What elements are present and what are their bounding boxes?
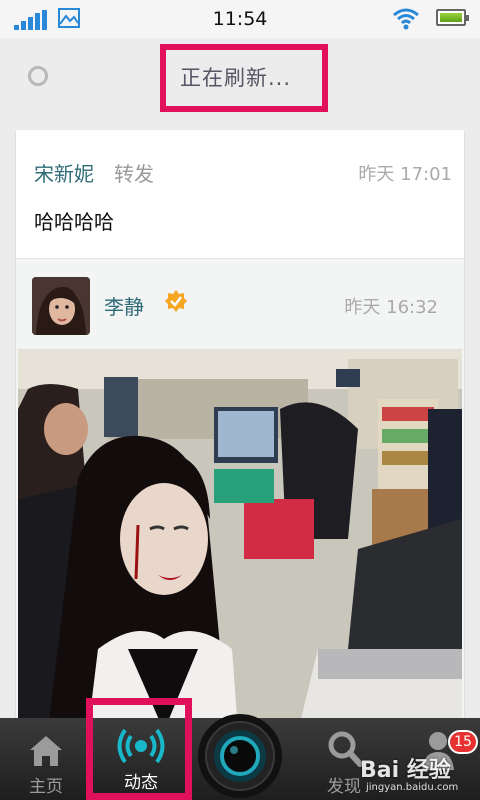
- refresh-spinner-icon: [28, 66, 48, 86]
- battery-icon: [436, 9, 469, 26]
- status-bar: 11:54: [0, 0, 480, 38]
- original-author[interactable]: 李静: [104, 291, 144, 320]
- post-author[interactable]: 宋新妮: [34, 158, 94, 187]
- activity-tab-highlight-box: [86, 698, 192, 800]
- notification-badge: 15: [448, 730, 478, 754]
- watermark: Bai 经验: [360, 758, 451, 783]
- post-text: 哈哈哈哈: [34, 210, 114, 234]
- watermark-url: jingyan.baidu.com: [366, 782, 459, 793]
- tab-home-label: 主页: [29, 777, 63, 797]
- refresh-highlight-box: [160, 44, 328, 112]
- original-timestamp: 昨天 16:32: [344, 297, 438, 318]
- avatar[interactable]: [32, 277, 90, 335]
- post-timestamp: 昨天 17:01: [358, 164, 452, 185]
- original-post[interactable]: 李静 昨天 16:32: [16, 258, 464, 731]
- post-action: 转发: [114, 162, 154, 186]
- tab-home[interactable]: 主页: [18, 730, 74, 797]
- wifi-icon: [393, 8, 419, 30]
- camera-button[interactable]: [196, 706, 284, 800]
- home-icon: [30, 736, 62, 766]
- post-photo[interactable]: [18, 349, 462, 731]
- feed-card[interactable]: 宋新妮 转发 昨天 17:01 哈哈哈哈 李静 昨天 16:32: [16, 130, 464, 731]
- verified-badge-icon: [165, 290, 187, 312]
